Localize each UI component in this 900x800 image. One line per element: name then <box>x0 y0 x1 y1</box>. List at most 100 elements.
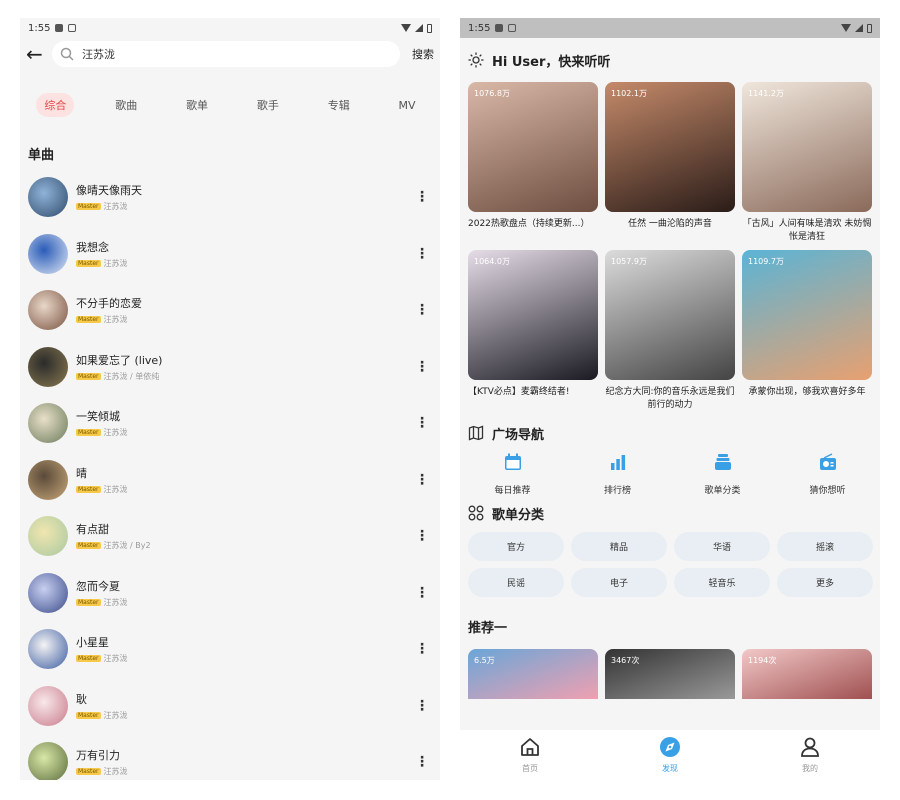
tab-albums[interactable]: 专辑 <box>320 93 358 117</box>
song-row[interactable]: 不分手的恋爱 Master 汪苏泷 ⋮ <box>20 282 440 339</box>
more-options-icon[interactable]: ⋮ <box>412 246 432 262</box>
song-info: 忽而今夏 Master 汪苏泷 <box>76 578 412 608</box>
playlist-card[interactable]: 1109.7万 承蒙你出现，够我欢喜好多年 <box>742 250 872 418</box>
more-options-icon[interactable]: ⋮ <box>412 698 432 714</box>
play-count: 3467次 <box>611 656 640 665</box>
playlist-card[interactable]: 1076.8万 2022热歌盘点（持续更新...） <box>468 82 598 250</box>
recommend-card[interactable]: 3467次 <box>605 649 735 699</box>
plaza-item[interactable]: 歌单分类 <box>683 452 763 496</box>
song-title: 晴 <box>76 466 87 480</box>
playlist-card[interactable]: 1141.2万 「古风」人间有味是清欢 未妨惆怅是清狂 <box>742 82 872 250</box>
calendar-icon <box>503 452 523 475</box>
song-title: 我想念 <box>76 240 109 254</box>
recommend-card[interactable]: 6.5万 <box>468 649 598 699</box>
more-options-icon[interactable]: ⋮ <box>412 528 432 544</box>
tab-comprehensive[interactable]: 综合 <box>36 93 75 117</box>
signal-icon <box>855 24 863 32</box>
plaza-item[interactable]: 排行榜 <box>578 452 658 496</box>
song-row[interactable]: 如果爱忘了 (live) Master 汪苏泷 / 单依纯 ⋮ <box>20 339 440 396</box>
category-chip[interactable]: 电子 <box>571 568 667 597</box>
search-input[interactable]: 汪苏泷 <box>52 41 400 67</box>
category-chip[interactable]: 精品 <box>571 532 667 561</box>
song-title: 如果爱忘了 (live) <box>76 353 163 367</box>
song-info: 一笑倾城 Master 汪苏泷 <box>76 408 412 438</box>
tab-mv[interactable]: MV <box>391 95 424 116</box>
category-header: 歌单分类 <box>460 498 880 528</box>
play-count: 1109.7万 <box>748 257 784 266</box>
category-chip[interactable]: 华语 <box>674 532 770 561</box>
song-row[interactable]: 我想念 Master 汪苏泷 ⋮ <box>20 226 440 283</box>
search-bar: ← 汪苏泷 搜索 <box>20 38 440 70</box>
category-chip[interactable]: 轻音乐 <box>674 568 770 597</box>
song-artist: 汪苏泷 <box>103 767 128 777</box>
more-options-icon[interactable]: ⋮ <box>412 585 432 601</box>
recommend-title: 推荐一 <box>468 620 508 636</box>
bar-chart-icon <box>608 452 628 475</box>
plaza-nav: 每日推荐 排行榜 歌单分类 猜你想听 <box>460 448 880 496</box>
map-icon <box>468 425 484 441</box>
song-artist: 汪苏泷 <box>103 710 128 720</box>
song-row[interactable]: 万有引力 Master 汪苏泷 ⋮ <box>20 734 440 780</box>
more-options-icon[interactable]: ⋮ <box>412 359 432 375</box>
song-info: 不分手的恋爱 Master 汪苏泷 <box>76 295 412 325</box>
category-chip[interactable]: 更多 <box>777 568 873 597</box>
more-options-icon[interactable]: ⋮ <box>412 302 432 318</box>
grid-icon <box>468 505 484 521</box>
song-row[interactable]: 一笑倾城 Master 汪苏泷 ⋮ <box>20 395 440 452</box>
tab-singers[interactable]: 歌手 <box>249 93 287 117</box>
wifi-icon <box>841 24 851 32</box>
song-artist: 汪苏泷 <box>103 258 128 268</box>
song-subtitle: Master 汪苏泷 / 单依纯 <box>76 371 412 382</box>
more-options-icon[interactable]: ⋮ <box>412 472 432 488</box>
song-row[interactable]: 耿 Master 汪苏泷 ⋮ <box>20 678 440 735</box>
category-chip[interactable]: 官方 <box>468 532 564 561</box>
more-options-icon[interactable]: ⋮ <box>412 641 432 657</box>
play-count: 6.5万 <box>474 656 495 665</box>
plaza-item[interactable]: 每日推荐 <box>473 452 553 496</box>
play-count: 1194次 <box>748 656 777 665</box>
song-artist: 汪苏泷 / 单依纯 <box>103 371 160 381</box>
search-button[interactable]: 搜索 <box>400 46 434 62</box>
bottom-nav: 首页 发现 我的 <box>460 730 880 780</box>
song-row[interactable]: 晴 Master 汪苏泷 ⋮ <box>20 452 440 509</box>
play-count: 1064.0万 <box>474 257 510 266</box>
song-artist: 汪苏泷 <box>103 654 128 664</box>
search-tabs: 综合 歌曲 歌单 歌手 专辑 MV <box>20 92 440 118</box>
song-row[interactable]: 忽而今夏 Master 汪苏泷 ⋮ <box>20 565 440 622</box>
discover-icon <box>659 736 681 760</box>
notification-icon <box>55 24 64 32</box>
status-time: 1:55 <box>468 22 491 34</box>
playlist-title: 纪念方大同:你的音乐永远是我们前行的动力 <box>605 387 735 410</box>
playlist-card[interactable]: 1102.1万 任然 一曲沦陷的声音 <box>605 82 735 250</box>
bottom-nav-item[interactable]: 发现 <box>630 736 710 774</box>
more-options-icon[interactable]: ⋮ <box>412 189 432 205</box>
search-screen: 1:55 ← 汪苏泷 搜索 综合 歌曲 歌单 歌手 专辑 MV 单曲 像晴天像雨… <box>20 18 440 780</box>
category-chip[interactable]: 摇滚 <box>777 532 873 561</box>
play-count: 1141.2万 <box>748 89 784 98</box>
category-chip[interactable]: 民谣 <box>468 568 564 597</box>
tab-songs[interactable]: 歌曲 <box>107 93 145 117</box>
song-title: 不分手的恋爱 <box>76 297 142 311</box>
song-title: 耿 <box>76 692 87 706</box>
recommend-card[interactable]: 1194次 <box>742 649 872 699</box>
playlist-card[interactable]: 1057.9万 纪念方大同:你的音乐永远是我们前行的动力 <box>605 250 735 418</box>
category-chips: 官方 精品 华语 摇滚民谣 电子 轻音乐 更多 <box>460 528 880 601</box>
song-row[interactable]: 小星星 Master 汪苏泷 ⋮ <box>20 621 440 678</box>
back-arrow-icon[interactable]: ← <box>26 42 52 66</box>
bottom-nav-item[interactable]: 首页 <box>490 736 570 774</box>
bottom-nav-item[interactable]: 我的 <box>770 736 850 774</box>
plaza-title: 广场导航 <box>492 427 545 443</box>
tab-playlists[interactable]: 歌单 <box>178 93 216 117</box>
song-title: 万有引力 <box>76 749 120 763</box>
bottom-nav-label: 我的 <box>802 764 818 773</box>
stack-icon <box>713 452 733 475</box>
playlist-card[interactable]: 1064.0万 【KTV必点】麦霸终结者! <box>468 250 598 418</box>
more-options-icon[interactable]: ⋮ <box>412 415 432 431</box>
plaza-item[interactable]: 猜你想听 <box>788 452 868 496</box>
master-badge: Master <box>76 203 101 211</box>
song-subtitle: Master 汪苏泷 <box>76 201 412 212</box>
song-subtitle: Master 汪苏泷 <box>76 258 412 269</box>
song-row[interactable]: 有点甜 Master 汪苏泷 / By2 ⋮ <box>20 508 440 565</box>
song-row[interactable]: 像晴天像雨天 Master 汪苏泷 ⋮ <box>20 169 440 226</box>
more-options-icon[interactable]: ⋮ <box>412 754 432 770</box>
